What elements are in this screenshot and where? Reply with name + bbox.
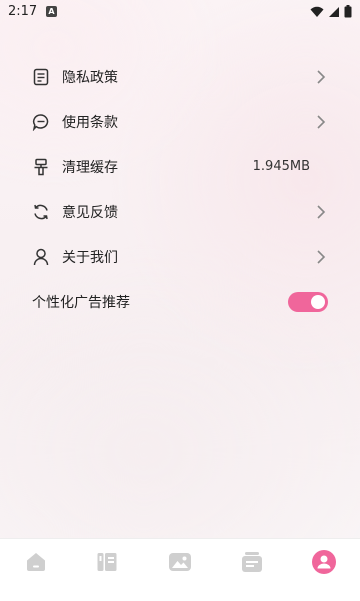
nav-tab-gallery[interactable] — [167, 549, 193, 575]
menu-item-label: 意见反馈 — [62, 204, 118, 221]
profile-icon — [312, 550, 336, 574]
menu-item-terms-of-use[interactable]: 使用条款 — [0, 99, 360, 144]
image-icon — [169, 553, 191, 571]
bottom-nav — [0, 538, 360, 601]
personalized-ads-toggle[interactable] — [288, 291, 328, 312]
menu-item-personalized-ads: 个性化广告推荐 — [0, 279, 360, 324]
chevron-right-icon — [317, 249, 326, 264]
nav-tab-cards[interactable] — [239, 549, 265, 575]
cache-size-value: 1.945MB — [252, 159, 310, 174]
status-icons — [310, 5, 352, 18]
signal-icon — [329, 6, 339, 17]
menu-item-label: 使用条款 — [62, 114, 118, 131]
toggle-knob — [311, 294, 325, 309]
person-icon — [31, 247, 51, 267]
brush-icon — [31, 157, 51, 177]
battery-icon — [344, 5, 352, 18]
menu-item-feedback[interactable]: 意见反馈 — [0, 189, 360, 234]
status-time: 2:17 — [8, 4, 38, 19]
chevron-right-icon — [317, 114, 326, 129]
menu-item-label: 隐私政策 — [62, 69, 118, 86]
settings-menu: 隐私政策 使用条款 清理缓存 1.945MB 意见反馈 关于我们 个性化广告推荐 — [0, 54, 360, 324]
status-bar: 2:17 A — [0, 0, 360, 24]
menu-item-label: 关于我们 — [62, 249, 118, 266]
document-icon — [31, 67, 51, 87]
card-icon — [242, 552, 262, 572]
nav-tab-library[interactable] — [94, 549, 120, 575]
menu-item-privacy-policy[interactable]: 隐私政策 — [0, 54, 360, 99]
chevron-right-icon — [317, 69, 326, 84]
chat-bubble-icon — [31, 112, 51, 132]
wifi-icon — [310, 6, 324, 17]
menu-item-clear-cache[interactable]: 清理缓存 1.945MB — [0, 144, 360, 189]
a-icon: A — [46, 6, 57, 17]
menu-item-label: 清理缓存 — [62, 159, 118, 176]
personalized-ads-label: 个性化广告推荐 — [32, 294, 130, 311]
chevron-right-icon — [317, 204, 326, 219]
menu-item-about-us[interactable]: 关于我们 — [0, 234, 360, 279]
home-icon — [27, 553, 45, 571]
book-icon — [97, 553, 117, 571]
refresh-icon — [31, 202, 51, 222]
nav-tab-home[interactable] — [23, 549, 49, 575]
nav-tab-profile[interactable] — [311, 549, 337, 575]
